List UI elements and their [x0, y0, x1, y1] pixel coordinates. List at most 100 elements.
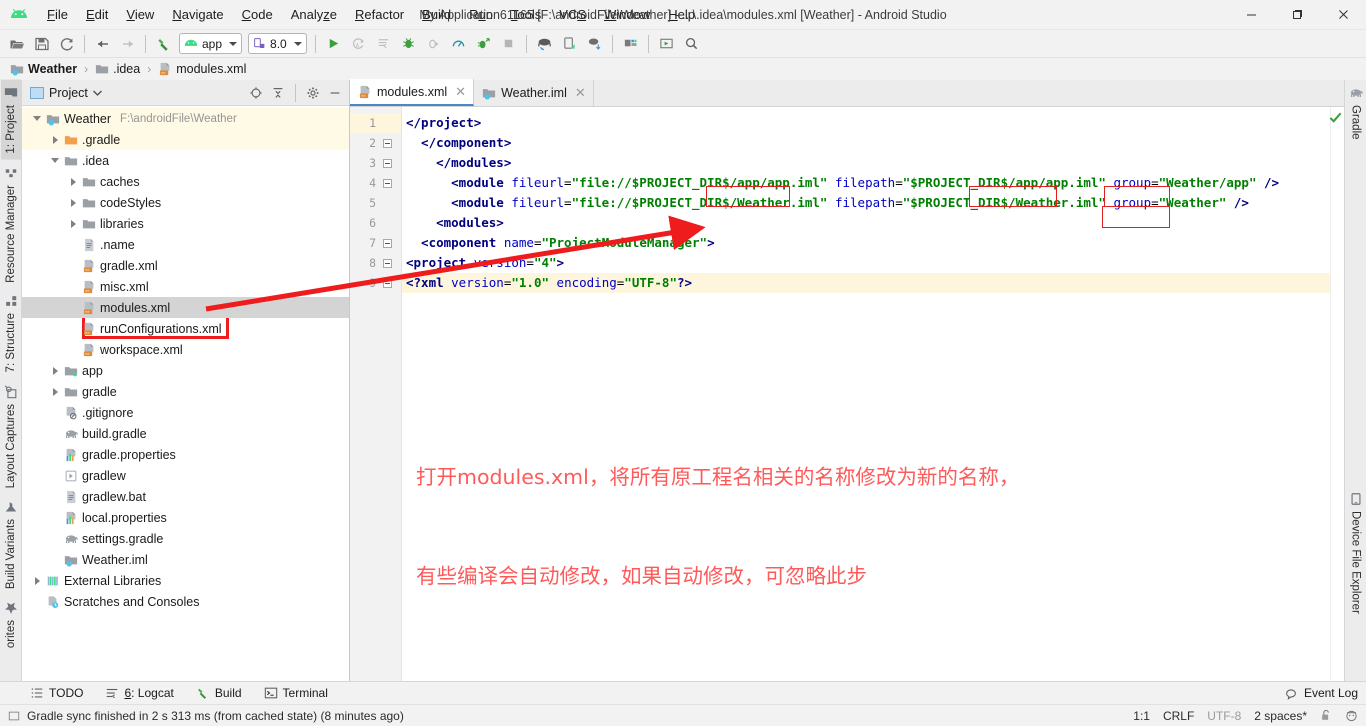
tree-node-runconfigurationsxml[interactable]: <> runConfigurations.xml	[22, 318, 349, 339]
inspection-face-icon[interactable]	[1345, 709, 1358, 722]
tree-node-gradlewbat[interactable]: gradlew.bat	[22, 486, 349, 507]
fold-marker[interactable]	[376, 178, 398, 188]
editor-tab-weatheriml[interactable]: Weather.iml ✕	[474, 80, 594, 106]
stop-square-icon[interactable]	[496, 32, 521, 56]
tree-toggle-right-icon[interactable]	[30, 576, 44, 585]
left-tool-tab-orites[interactable]: orites	[1, 595, 21, 654]
caret-position[interactable]: 1:1	[1133, 709, 1150, 723]
arrow-back-icon[interactable]	[90, 32, 115, 56]
sdk-manager-icon[interactable]	[532, 32, 557, 56]
gear-icon[interactable]	[303, 83, 323, 103]
tree-node-weatheriml[interactable]: Weather.iml	[22, 549, 349, 570]
device-selector[interactable]: 8.0	[248, 33, 307, 54]
menu-analyze[interactable]: Analyze	[282, 4, 346, 25]
menu-build[interactable]: Build	[413, 4, 460, 25]
left-tool-tab-1project[interactable]: 1: Project	[0, 80, 21, 160]
menu-help[interactable]: Help	[659, 4, 704, 25]
apply-code-changes-icon[interactable]	[371, 32, 396, 56]
menu-vcs[interactable]: VCS	[550, 4, 595, 25]
avd-manager-icon[interactable]	[557, 32, 582, 56]
menu-navigate[interactable]: Navigate	[163, 4, 232, 25]
tree-node-gradlew[interactable]: gradlew	[22, 465, 349, 486]
fold-marker[interactable]	[376, 158, 398, 168]
unlocked-padlock-icon[interactable]	[1320, 709, 1332, 722]
sync-refresh-icon[interactable]	[54, 32, 79, 56]
tree-node-miscxml[interactable]: <> misc.xml	[22, 276, 349, 297]
tree-node-externallibraries[interactable]: External Libraries	[22, 570, 349, 591]
tree-node-gradleproperties[interactable]: gradle.properties	[22, 444, 349, 465]
menu-refactor[interactable]: Refactor	[346, 4, 413, 25]
open-folder-icon[interactable]	[4, 32, 29, 56]
gutter-line-7[interactable]: 7	[350, 233, 401, 253]
tree-node-modulesxml[interactable]: <> modules.xml	[22, 297, 349, 318]
tree-toggle-down-icon[interactable]	[48, 158, 62, 163]
event-log-button[interactable]: Event Log	[1284, 686, 1366, 700]
menu-view[interactable]: View	[117, 4, 163, 25]
hammer-build-icon[interactable]	[151, 32, 176, 56]
tree-node-settingsgradle[interactable]: settings.gradle	[22, 528, 349, 549]
tree-node-gradle[interactable]: .gradle	[22, 129, 349, 150]
tree-toggle-right-icon[interactable]	[66, 198, 80, 207]
breadcrumb-item-weather[interactable]: Weather	[8, 61, 79, 77]
code-editor[interactable]: 1 2 3 4 5 6 7 8 9 </project> </component> </modu…	[350, 107, 1344, 681]
tree-node-app[interactable]: app	[22, 360, 349, 381]
code-content[interactable]: </project> </component> </modules> <modu…	[402, 107, 1330, 681]
tree-toggle-right-icon[interactable]	[48, 366, 62, 375]
code-line-9[interactable]: </project>	[402, 113, 1330, 133]
left-tool-tab-resourcemanager[interactable]: Resource Manager	[1, 160, 21, 289]
gutter-line-2[interactable]: 2	[350, 133, 401, 153]
gutter-line-4[interactable]: 4	[350, 173, 401, 193]
file-encoding[interactable]: UTF-8	[1207, 709, 1241, 723]
bottom-tab-terminal[interactable]: Terminal	[260, 685, 332, 701]
breadcrumb-item-modulesxml[interactable]: <> modules.xml	[156, 61, 248, 77]
right-tool-tab-devicefileexplorer[interactable]: Device File Explorer	[1346, 486, 1366, 620]
tree-node-scratchesandconsoles[interactable]: Scratches and Consoles	[22, 591, 349, 612]
right-tool-tab-gradle[interactable]: Gradle	[1346, 80, 1366, 146]
tree-node-localproperties[interactable]: local.properties	[22, 507, 349, 528]
profiler-icon[interactable]	[446, 32, 471, 56]
gutter-line-3[interactable]: 3	[350, 153, 401, 173]
sync-project-gradle-icon[interactable]	[582, 32, 607, 56]
tree-node-caches[interactable]: caches	[22, 171, 349, 192]
search-icon[interactable]	[679, 32, 704, 56]
menu-tools[interactable]: Tools	[502, 4, 550, 25]
code-line-7[interactable]: </modules>	[402, 153, 1330, 173]
code-line-6[interactable]: <module fileurl="file://$PROJECT_DIR$/ap…	[402, 173, 1330, 193]
layout-inspector-icon[interactable]	[654, 32, 679, 56]
left-tool-tab-layoutcaptures[interactable]: Layout Captures	[1, 379, 21, 494]
fold-marker[interactable]	[376, 258, 398, 268]
left-tool-tab-7structure[interactable]: 7: Structure	[1, 288, 21, 378]
close-button[interactable]	[1320, 0, 1366, 30]
gutter-line-9[interactable]: 9	[350, 273, 401, 293]
menu-window[interactable]: Window	[595, 4, 659, 25]
project-structure-icon[interactable]	[618, 32, 643, 56]
tree-toggle-right-icon[interactable]	[66, 177, 80, 186]
debug-bug-icon[interactable]	[396, 32, 421, 56]
tree-node-codestyles[interactable]: codeStyles	[22, 192, 349, 213]
code-line-1[interactable]: <?xml version="1.0" encoding="UTF-8"?>	[402, 273, 1330, 293]
tree-toggle-right-icon[interactable]	[66, 219, 80, 228]
bottom-tab-6logcat[interactable]: 6: Logcat	[101, 685, 177, 701]
line-separator[interactable]: CRLF	[1163, 709, 1194, 723]
tree-node-weather[interactable]: Weather F:\androidFile\Weather	[22, 108, 349, 129]
breadcrumb-item-idea[interactable]: .idea	[93, 61, 142, 77]
chevron-down-icon[interactable]	[92, 90, 102, 96]
menu-file[interactable]: File	[38, 4, 77, 25]
tree-node-name[interactable]: .name	[22, 234, 349, 255]
crosshair-target-icon[interactable]	[246, 83, 266, 103]
code-line-5[interactable]: <module fileurl="file://$PROJECT_DIR$/We…	[402, 193, 1330, 213]
tree-node-buildgradle[interactable]: build.gradle	[22, 423, 349, 444]
collapse-all-icon[interactable]	[268, 83, 288, 103]
fold-marker[interactable]	[376, 138, 398, 148]
tree-node-workspacexml[interactable]: <> workspace.xml	[22, 339, 349, 360]
tree-node-gitignore[interactable]: .gitignore	[22, 402, 349, 423]
tree-node-idea[interactable]: .idea	[22, 150, 349, 171]
apply-changes-icon[interactable]: A	[346, 32, 371, 56]
fold-marker[interactable]	[376, 278, 398, 288]
tree-node-gradlexml[interactable]: <> gradle.xml	[22, 255, 349, 276]
maximize-button[interactable]	[1274, 0, 1320, 30]
code-line-8[interactable]: </component>	[402, 133, 1330, 153]
code-line-4[interactable]: <modules>	[402, 213, 1330, 233]
code-line-2[interactable]: <project version="4">	[402, 253, 1330, 273]
gutter-line-1[interactable]: 1	[350, 113, 401, 133]
